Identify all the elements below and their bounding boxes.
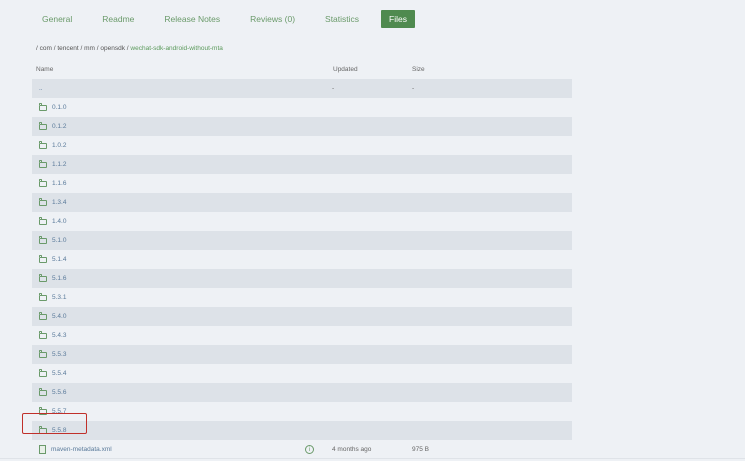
- updated-cell: -: [332, 85, 335, 92]
- table-row[interactable]: 1.3.4: [32, 193, 572, 212]
- tab-readme[interactable]: Readme: [94, 10, 142, 28]
- folder-link[interactable]: 1.1.2: [39, 160, 67, 168]
- folder-name: 5.5.3: [52, 351, 67, 358]
- table-row[interactable]: 1.1.2: [32, 155, 572, 174]
- file-name: maven-metadata.xml: [51, 446, 112, 453]
- folder-name: 5.5.4: [52, 370, 67, 377]
- table-row[interactable]: 1.0.2: [32, 136, 572, 155]
- file-list: .. - - 0.1.0 0.1.2 1.0.2 1.1.2 1.1.6 1.3.4 1.4…: [32, 79, 572, 459]
- table-row[interactable]: 5.5.6: [32, 383, 572, 402]
- tab-reviews[interactable]: Reviews (0): [242, 10, 303, 28]
- table-header: Name Updated Size: [36, 66, 571, 76]
- file-icon: [39, 445, 46, 454]
- table-row-parent[interactable]: .. - -: [32, 79, 572, 98]
- table-row[interactable]: 5.4.3: [32, 326, 572, 345]
- folder-name: 5.1.4: [52, 256, 67, 263]
- folder-name: 5.5.6: [52, 389, 67, 396]
- breadcrumb: / com / tencent / mm / opensdk / wechat-…: [36, 45, 223, 52]
- folder-link[interactable]: 5.5.4: [39, 369, 67, 377]
- folder-name: 1.3.4: [52, 199, 67, 206]
- updated-cell: 4 months ago: [332, 446, 372, 453]
- table-row[interactable]: 5.1.4: [32, 250, 572, 269]
- folder-icon: [39, 350, 47, 358]
- folder-name: 5.4.0: [52, 313, 67, 320]
- folder-name: 1.1.2: [52, 161, 67, 168]
- column-name[interactable]: Name: [36, 66, 53, 73]
- folder-icon: [39, 160, 47, 168]
- folder-name: 5.1.0: [52, 237, 67, 244]
- folder-icon: [39, 388, 47, 396]
- tab-files[interactable]: Files: [381, 10, 415, 28]
- tab-release-notes[interactable]: Release Notes: [156, 10, 228, 28]
- size-cell: 975 B: [412, 446, 429, 453]
- folder-link[interactable]: 5.4.0: [39, 312, 67, 320]
- folder-icon: [39, 331, 47, 339]
- table-row[interactable]: 5.1.6: [32, 269, 572, 288]
- folder-icon: [39, 369, 47, 377]
- folder-icon: [39, 141, 47, 149]
- folder-link[interactable]: 5.3.1: [39, 293, 67, 301]
- breadcrumb-tencent[interactable]: tencent: [57, 45, 78, 52]
- folder-icon: [39, 312, 47, 320]
- breadcrumb-current: wechat-sdk-android-without-mta: [130, 45, 223, 52]
- info-icon[interactable]: i: [305, 445, 314, 454]
- breadcrumb-opensdk[interactable]: opensdk: [100, 45, 125, 52]
- folder-link[interactable]: 5.1.4: [39, 255, 67, 263]
- folder-link[interactable]: 5.5.6: [39, 388, 67, 396]
- folder-name: 5.1.6: [52, 275, 67, 282]
- folder-name: 1.0.2: [52, 142, 67, 149]
- folder-name: 5.4.3: [52, 332, 67, 339]
- folder-link[interactable]: 5.1.0: [39, 236, 67, 244]
- tab-bar: General Readme Release Notes Reviews (0)…: [34, 10, 429, 28]
- folder-link[interactable]: 1.3.4: [39, 198, 67, 206]
- folder-icon: [39, 103, 47, 111]
- folder-icon: [39, 217, 47, 225]
- folder-name: 0.1.2: [52, 123, 67, 130]
- highlight-box: [22, 413, 87, 434]
- table-row[interactable]: 1.4.0: [32, 212, 572, 231]
- folder-link[interactable]: 1.0.2: [39, 141, 67, 149]
- folder-link[interactable]: 5.1.6: [39, 274, 67, 282]
- folder-icon: [39, 122, 47, 130]
- folder-name: 1.4.0: [52, 218, 67, 225]
- folder-icon: [39, 255, 47, 263]
- table-row[interactable]: 5.4.0: [32, 307, 572, 326]
- folder-name: 0.1.0: [52, 104, 67, 111]
- table-row-file[interactable]: maven-metadata.xml i 4 months ago 975 B: [32, 440, 572, 459]
- folder-link[interactable]: 1.1.6: [39, 179, 67, 187]
- breadcrumb-com[interactable]: com: [40, 45, 52, 52]
- table-row[interactable]: 5.5.4: [32, 364, 572, 383]
- folder-icon: [39, 274, 47, 282]
- folder-link[interactable]: 0.1.2: [39, 122, 67, 130]
- table-row[interactable]: 5.1.0: [32, 231, 572, 250]
- files-page: General Readme Release Notes Reviews (0)…: [0, 0, 745, 461]
- folder-link[interactable]: 1.4.0: [39, 217, 67, 225]
- column-size[interactable]: Size: [412, 66, 425, 73]
- table-row[interactable]: 1.1.6: [32, 174, 572, 193]
- breadcrumb-mm[interactable]: mm: [84, 45, 95, 52]
- column-updated[interactable]: Updated: [333, 66, 358, 73]
- tab-general[interactable]: General: [34, 10, 80, 28]
- folder-link[interactable]: 0.1.0: [39, 103, 67, 111]
- folder-name: 5.3.1: [52, 294, 67, 301]
- file-link[interactable]: maven-metadata.xml: [39, 445, 112, 454]
- size-cell: -: [412, 85, 415, 92]
- folder-icon: [39, 198, 47, 206]
- parent-dir-link[interactable]: ..: [39, 85, 43, 92]
- table-row[interactable]: 0.1.0: [32, 98, 572, 117]
- folder-icon: [39, 179, 47, 187]
- table-row[interactable]: 5.5.8: [32, 421, 572, 440]
- folder-icon: [39, 236, 47, 244]
- folder-name: 1.1.6: [52, 180, 67, 187]
- table-row[interactable]: 5.5.3: [32, 345, 572, 364]
- folder-icon: [39, 293, 47, 301]
- folder-link[interactable]: 5.4.3: [39, 331, 67, 339]
- divider: [0, 458, 745, 459]
- folder-link[interactable]: 5.5.3: [39, 350, 67, 358]
- table-row[interactable]: 5.5.7: [32, 402, 572, 421]
- tab-statistics[interactable]: Statistics: [317, 10, 367, 28]
- table-row[interactable]: 0.1.2: [32, 117, 572, 136]
- table-row[interactable]: 5.3.1: [32, 288, 572, 307]
